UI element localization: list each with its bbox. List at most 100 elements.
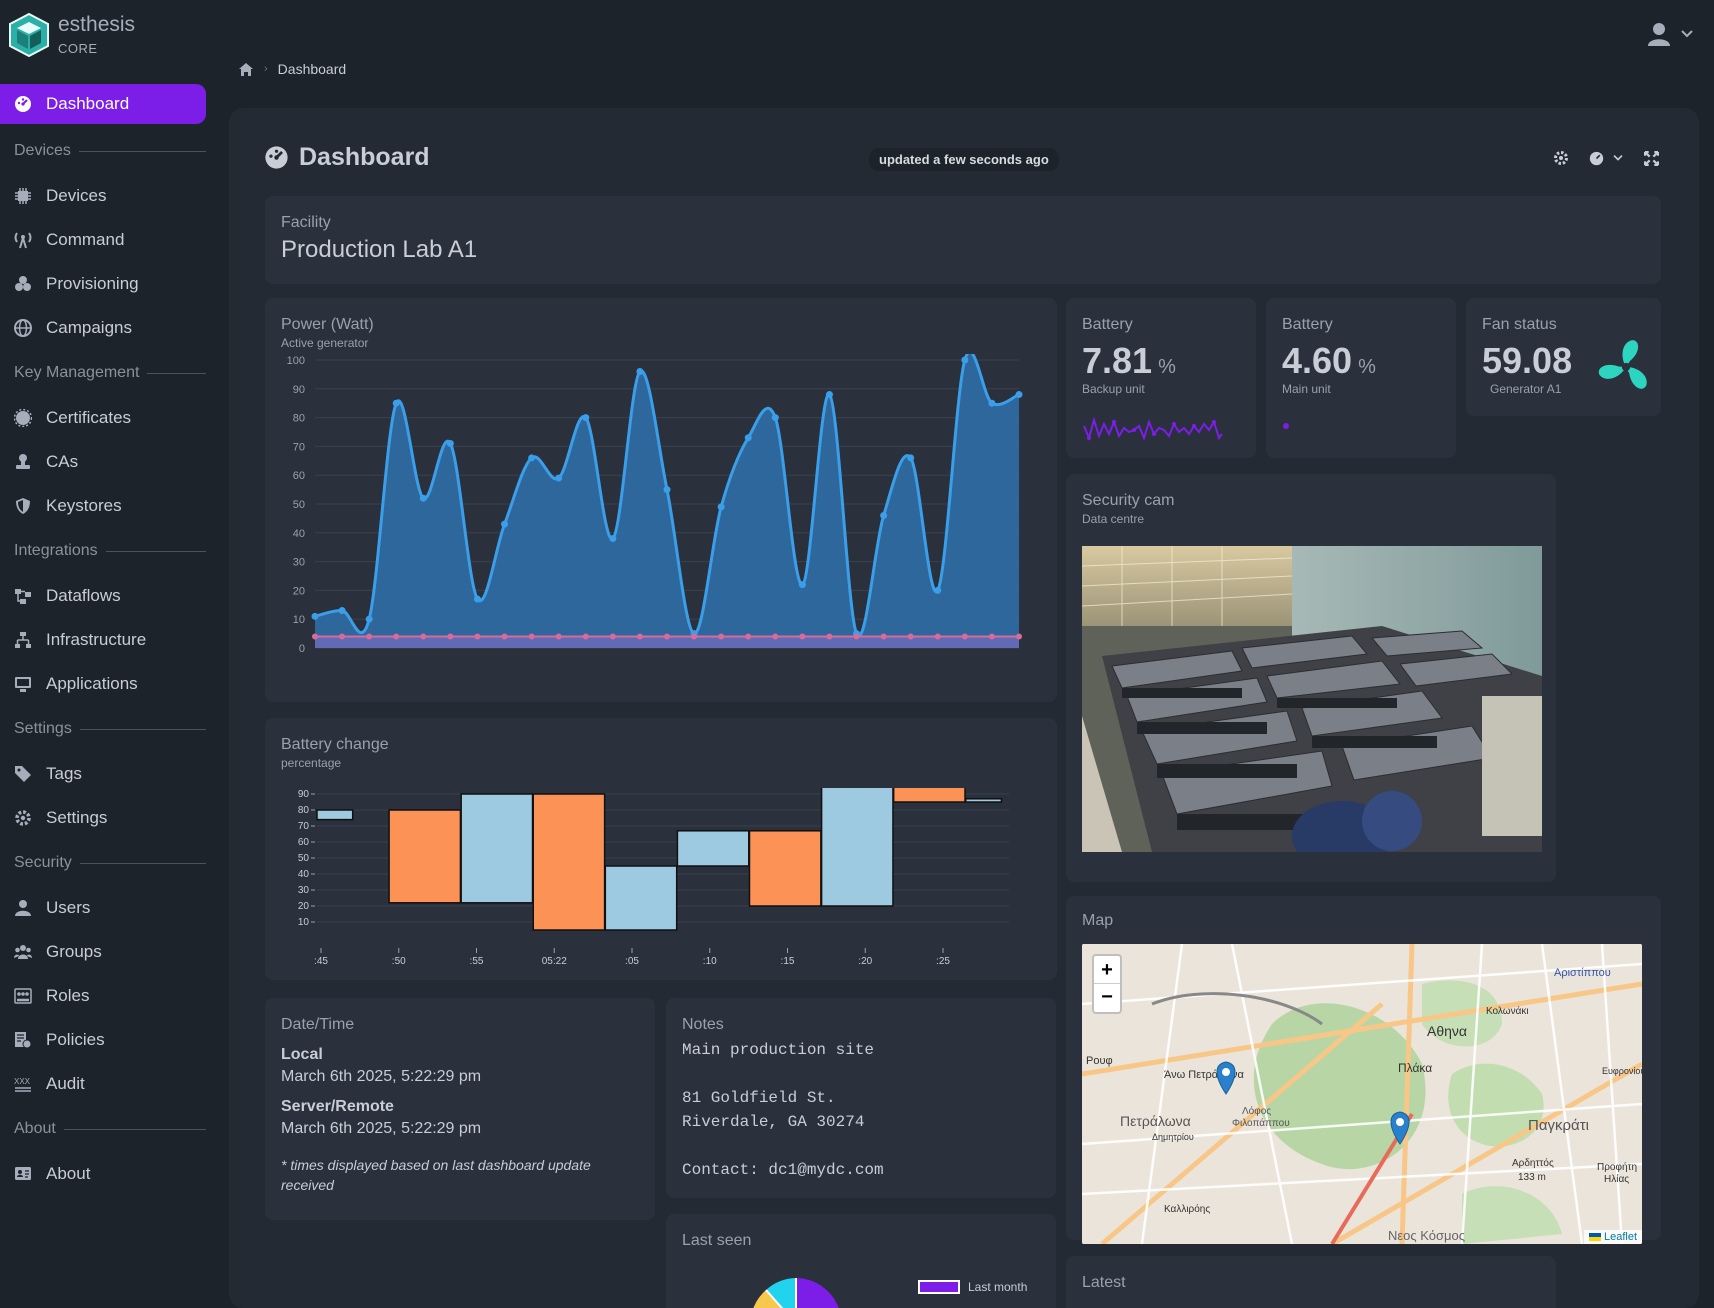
- data-point: [1015, 391, 1023, 399]
- sidebar-item-policies[interactable]: Policies: [0, 1018, 206, 1062]
- card-title: Facility: [281, 214, 331, 231]
- sidebar-item-about[interactable]: About: [0, 1152, 206, 1196]
- y-tick-label: 30: [293, 557, 305, 569]
- brand-name: esthesis: [58, 13, 136, 36]
- main-panel: Dashboard updated a few seconds ago Faci…: [229, 108, 1699, 1308]
- zoom-out-button[interactable]: −: [1094, 984, 1120, 1012]
- map-view[interactable]: Αθηνα Πλάκα Πετράλωνα Παγκράτι Άνω Πετρά…: [1082, 944, 1642, 1244]
- x-tick-label: :50: [392, 956, 406, 967]
- sidebar-item-label: Certificates: [46, 408, 132, 427]
- battery-value: 4.60%: [1282, 340, 1440, 382]
- user-menu[interactable]: [1648, 22, 1694, 46]
- sidebar-item-roles[interactable]: Roles: [0, 974, 206, 1018]
- flag-icon: [1588, 1233, 1601, 1242]
- series2-point: [880, 633, 887, 640]
- series2-point: [528, 633, 535, 640]
- series2-point: [582, 633, 589, 640]
- y-tick-label: 80: [293, 413, 305, 425]
- breadcrumb-current: Dashboard: [277, 61, 347, 77]
- series2-point: [339, 633, 346, 640]
- logo[interactable]: esthesis CORE: [8, 12, 135, 58]
- monitor-icon: [14, 675, 32, 693]
- local-time: March 6th 2025, 5:22:29 pm: [281, 1068, 482, 1085]
- series2-point: [745, 633, 752, 640]
- sidebar-item-applications[interactable]: Applications: [0, 662, 206, 706]
- gear-icon[interactable]: [1553, 150, 1569, 166]
- sidebar-item-provisioning[interactable]: Provisioning: [0, 262, 206, 306]
- sidebar-section-security: Security: [0, 840, 206, 886]
- sidebar-item-devices[interactable]: Devices: [0, 174, 206, 218]
- fullscreen-icon[interactable]: [1644, 150, 1659, 166]
- battery-backup-card: Battery 7.81% Backup unit: [1066, 298, 1256, 458]
- sidebar-item-dashboard[interactable]: Dashboard: [0, 84, 206, 124]
- x-tick-label: :20: [858, 956, 872, 967]
- latest-card: Latest: [1066, 1256, 1556, 1308]
- svg-text:Ευφρονίου: Ευφρονίου: [1602, 1066, 1642, 1076]
- breadcrumb: › Dashboard: [238, 61, 346, 77]
- sidebar-item-label: About: [46, 1164, 91, 1183]
- last-seen-card: Last seen Last month: [666, 1214, 1056, 1308]
- sidebar-item-users[interactable]: Users: [0, 886, 206, 930]
- series2-point: [826, 633, 833, 640]
- battery-number: 4.60: [1282, 340, 1353, 381]
- users-icon: [14, 943, 32, 961]
- map-attribution[interactable]: Leaflet: [1583, 1230, 1642, 1244]
- data-point: [771, 414, 779, 422]
- x-tick-label: 05:22: [542, 956, 567, 967]
- card-title: Security cam: [1082, 492, 1175, 509]
- x-tick-label: :45: [314, 956, 328, 967]
- card-title: Last seen: [682, 1232, 752, 1249]
- sidebar-item-label: Roles: [46, 986, 90, 1005]
- svg-text:Πετράλωνα: Πετράλωνα: [1120, 1113, 1191, 1129]
- server-label: Server/Remote: [281, 1098, 394, 1115]
- sidebar-item-groups[interactable]: Groups: [0, 930, 206, 974]
- sidebar-item-settings[interactable]: Settings: [0, 796, 206, 840]
- card-title: Battery: [1082, 316, 1133, 333]
- sidebar-item-command[interactable]: Command: [0, 218, 206, 262]
- zoom-in-button[interactable]: +: [1094, 956, 1120, 984]
- datetime-card: Date/Time Local March 6th 2025, 5:22:29 …: [265, 998, 655, 1220]
- sidebar-item-tags[interactable]: Tags: [0, 752, 206, 796]
- tag-icon: [14, 765, 32, 783]
- sidebar: esthesis CORE Dashboard Devices Devices Co…: [0, 0, 229, 1308]
- map-tiles: Αθηνα Πλάκα Πετράλωνα Παγκράτι Άνω Πετρά…: [1082, 944, 1642, 1244]
- y-tick-label: 20: [298, 901, 310, 912]
- series2-point: [420, 633, 427, 640]
- x-tick-label: :05: [625, 956, 639, 967]
- sidebar-item-cas[interactable]: CAs: [0, 440, 206, 484]
- home-icon[interactable]: [238, 62, 254, 77]
- sidebar-section-integrations: Integrations: [0, 528, 206, 574]
- sidebar-item-audit[interactable]: XXX Audit: [0, 1062, 206, 1106]
- sidebar-item-label: CAs: [46, 452, 79, 471]
- bar: [676, 830, 750, 867]
- sidebar-item-label: Tags: [46, 764, 82, 783]
- svg-text:Νεος Κόσμος: Νεος Κόσμος: [1388, 1228, 1465, 1243]
- sidebar-item-label: Users: [46, 898, 91, 917]
- sidebar-item-campaigns[interactable]: Campaigns: [0, 306, 206, 350]
- brand-sub: CORE: [58, 41, 98, 56]
- svg-text:Παγκράτι: Παγκράτι: [1528, 1117, 1589, 1134]
- sidebar-item-keystores[interactable]: Keystores: [0, 484, 206, 528]
- sidebar-item-label: Applications: [46, 674, 138, 693]
- sidebar-item-label: Dataflows: [46, 586, 121, 605]
- sidebar-section-settings: Settings: [0, 706, 206, 752]
- series2-point: [907, 633, 914, 640]
- data-point: [392, 399, 400, 407]
- dashboard-select[interactable]: [1589, 151, 1624, 166]
- sidebar-item-certificates[interactable]: Certificates: [0, 396, 206, 440]
- audit-icon: XXX: [14, 1075, 32, 1093]
- sidebar-item-infrastructure[interactable]: Infrastructure: [0, 618, 206, 662]
- page-title-text: Dashboard: [299, 143, 430, 171]
- card-subtitle: percentage: [281, 756, 342, 770]
- x-tick-label: :15: [781, 956, 795, 967]
- updated-badge: updated a few seconds ago: [869, 148, 1059, 171]
- svg-text:Δημητρίου: Δημητρίου: [1152, 1132, 1194, 1142]
- svg-text:Πλάκα: Πλάκα: [1398, 1061, 1432, 1075]
- series2-point: [799, 633, 806, 640]
- card-title: Fan status: [1482, 316, 1557, 333]
- fan-status-card: Fan status 59.08 Generator A1: [1466, 298, 1661, 416]
- y-tick-label: 30: [298, 885, 310, 896]
- series2-point: [555, 633, 562, 640]
- sidebar-item-dataflows[interactable]: Dataflows: [0, 574, 206, 618]
- card-subtitle: Active generator: [281, 336, 369, 350]
